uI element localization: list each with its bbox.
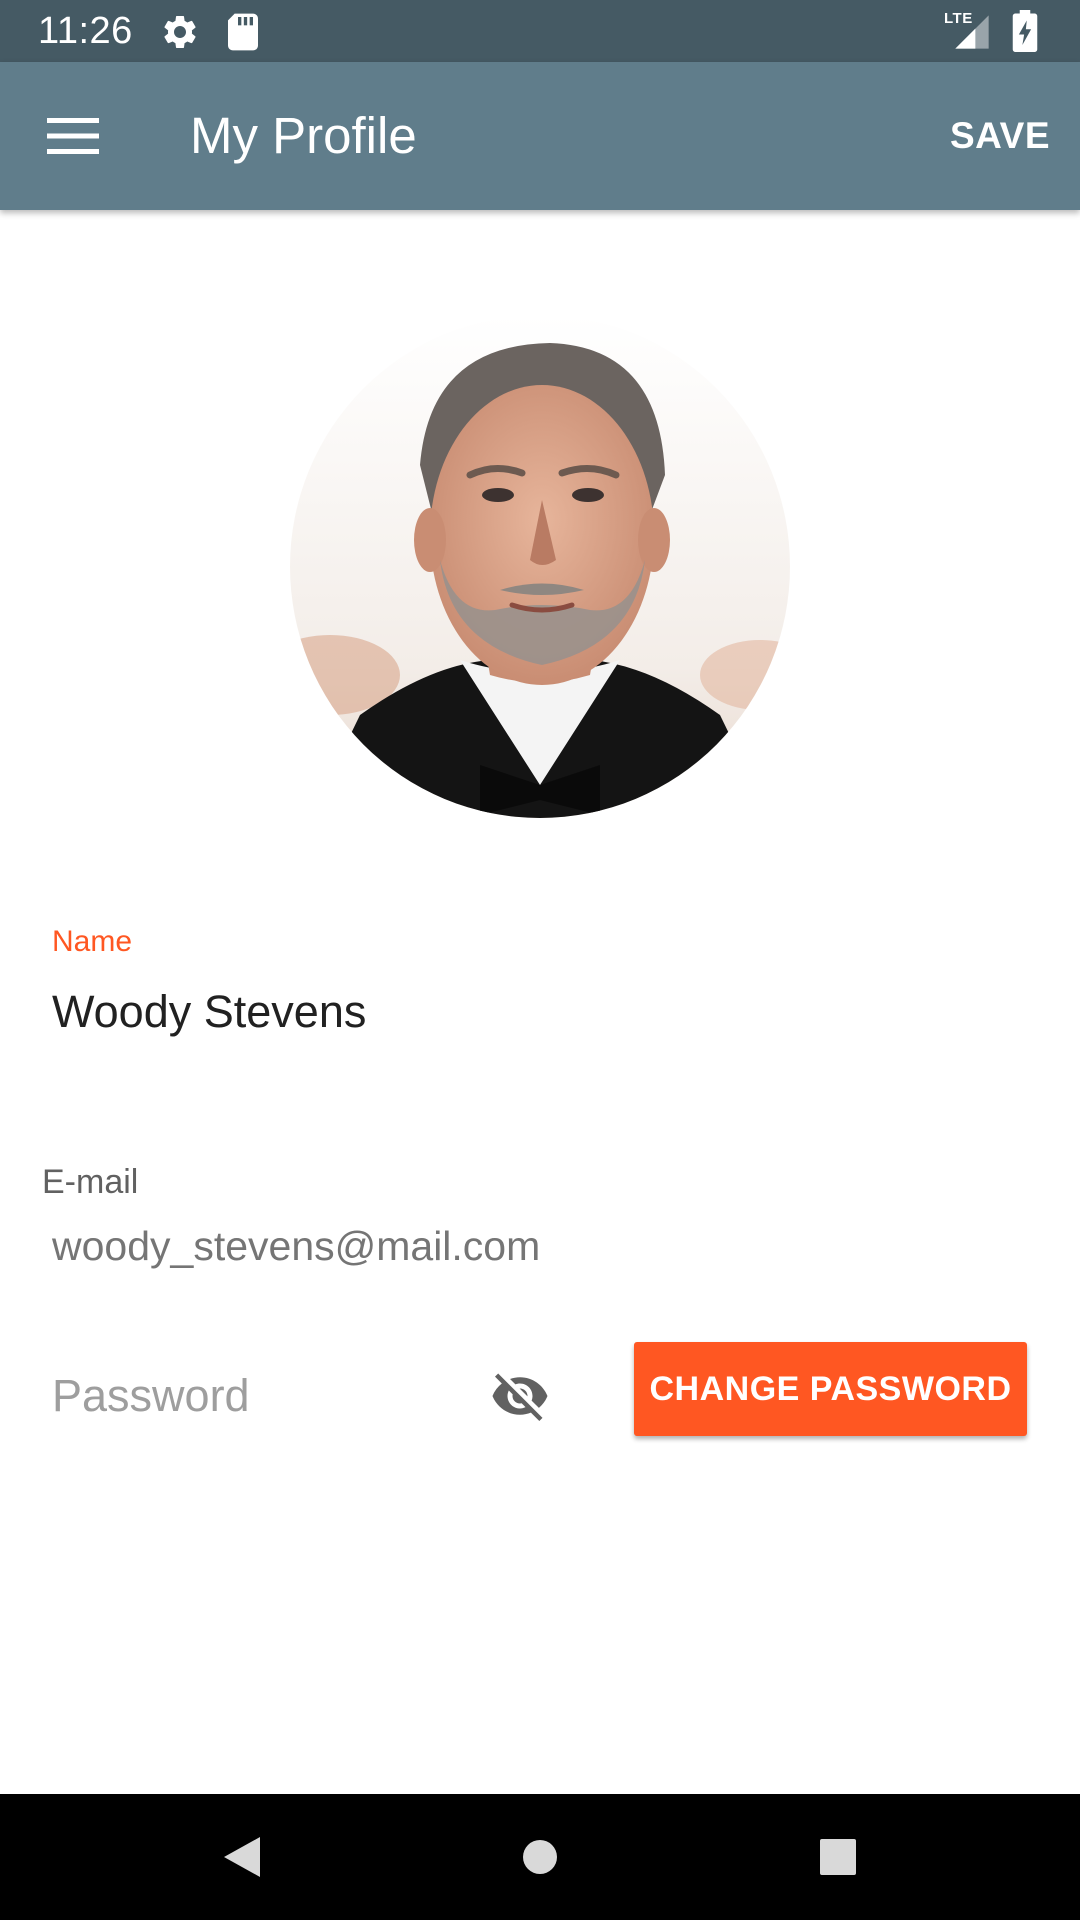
name-input[interactable]: Woody Stevens [52,982,366,1042]
nav-home-button[interactable] [500,1817,580,1897]
change-password-button[interactable]: CHANGE PASSWORD [634,1342,1027,1436]
email-value: woody_stevens@mail.com [52,1223,541,1269]
email-label: E-mail [42,1163,139,1201]
navigation-bar [0,1794,1080,1920]
home-icon [523,1840,557,1874]
nav-recents-button[interactable] [798,1817,878,1897]
page-title: My Profile [190,107,417,164]
status-time: 11:26 [38,10,133,52]
sd-card-icon [228,13,258,51]
app-bar: My Profile SAVE [0,62,1080,210]
recents-icon [820,1839,856,1875]
back-icon [224,1837,260,1877]
password-visibility-toggle[interactable] [485,1366,555,1426]
menu-button[interactable] [28,96,118,176]
settings-gear-icon [164,15,196,48]
name-label: Name [52,925,133,958]
avatar[interactable] [290,315,790,818]
password-input[interactable]: Password [52,1366,472,1426]
battery-charging-icon [1012,10,1038,52]
nav-back-button[interactable] [202,1817,282,1897]
status-bar: 11:26 LTE [0,0,1080,62]
visibility-off-icon [492,1373,548,1421]
profile-screen: 11:26 LTE My Profile SAVE Name Woody Ste… [0,0,1080,1920]
save-button[interactable]: SAVE [942,106,1058,166]
hamburger-menu-icon [47,118,99,154]
signal-icon [955,15,989,49]
